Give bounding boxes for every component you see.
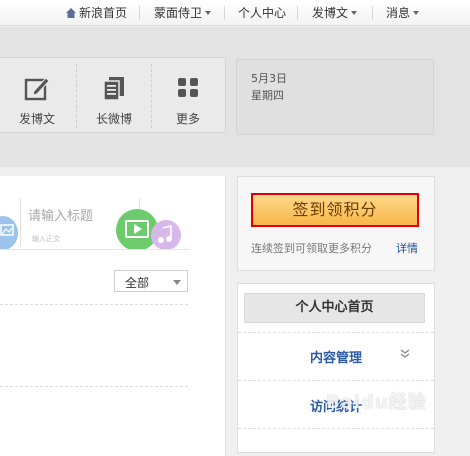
post-composer[interactable]: 请输入标题 输入正文 xyxy=(0,176,190,250)
nav-post-blog[interactable]: 发博文 xyxy=(312,0,358,26)
nav-messages[interactable]: 消息 xyxy=(386,0,420,26)
nav-divider xyxy=(224,6,225,20)
chevron-down-icon xyxy=(173,280,181,285)
menu-divider xyxy=(238,428,434,429)
home-icon xyxy=(66,8,76,18)
nav-messages-label: 消息 xyxy=(386,6,411,20)
watermark: Baidu经验 xyxy=(326,392,427,413)
menu-divider xyxy=(238,332,434,333)
nav-personal-center[interactable]: 个人中心 xyxy=(238,0,286,26)
main-content: 请输入标题 输入正文 全部 xyxy=(0,176,226,456)
date-day: 5月3日 xyxy=(251,72,287,85)
tool-long-weibo[interactable]: 长微博 xyxy=(77,58,151,134)
nav-divider xyxy=(372,6,373,20)
image-icon[interactable] xyxy=(0,216,18,249)
quick-tools: 发博文 长微博 更多 xyxy=(0,57,226,133)
composer-title-placeholder[interactable]: 请输入标题 xyxy=(28,205,93,224)
grid-icon xyxy=(178,78,198,97)
nav-sina-home[interactable]: 新浪首页 xyxy=(66,0,127,26)
signin-button[interactable]: 签到领积分 xyxy=(251,193,419,227)
signin-detail-link[interactable]: 详情 xyxy=(396,240,418,256)
tool-more[interactable]: 更多 xyxy=(151,58,225,134)
nav-divider xyxy=(139,6,140,20)
nav-user-menu[interactable]: 蒙面侍卫 xyxy=(154,0,212,26)
chevron-down-icon xyxy=(351,11,358,15)
menu-home[interactable]: 个人中心首页 xyxy=(244,293,425,323)
edit-icon xyxy=(24,77,50,101)
nav-divider xyxy=(297,6,298,20)
tool-more-label: 更多 xyxy=(175,112,200,126)
date-widget: 5月3日 星期四 xyxy=(236,59,434,135)
double-chevron-down-icon[interactable] xyxy=(400,349,410,359)
nav-user-label: 蒙面侍卫 xyxy=(154,6,203,20)
top-nav-bar: 新浪首页 蒙面侍卫 个人中心 发博文 消息 xyxy=(0,0,470,26)
composer-body-placeholder[interactable]: 输入正文 xyxy=(32,234,60,244)
long-weibo-icon xyxy=(103,77,124,101)
chevron-down-icon xyxy=(413,11,420,15)
tool-long-weibo-label: 长微博 xyxy=(95,112,132,126)
signin-tip: 连续签到可领取更多积分 xyxy=(251,242,372,255)
tool-post-blog[interactable]: 发博文 xyxy=(0,58,74,134)
filter-select-value: 全部 xyxy=(125,276,150,290)
nav-sina-home-label: 新浪首页 xyxy=(79,6,128,20)
filter-select[interactable]: 全部 xyxy=(114,270,188,292)
side-menu: 个人中心首页 内容管理 访问统计 xyxy=(237,283,435,453)
nav-post-blog-label: 发博文 xyxy=(312,6,349,20)
divider xyxy=(0,386,188,387)
music-icon[interactable] xyxy=(151,220,181,249)
date-weekday: 星期四 xyxy=(251,89,284,102)
signin-panel: 签到领积分 连续签到可领取更多积分 详情 xyxy=(237,176,435,271)
menu-divider xyxy=(238,380,434,381)
chevron-down-icon xyxy=(205,11,212,15)
divider xyxy=(0,304,188,305)
tool-post-blog-label: 发博文 xyxy=(18,112,55,126)
nav-personal-center-label: 个人中心 xyxy=(238,6,287,20)
